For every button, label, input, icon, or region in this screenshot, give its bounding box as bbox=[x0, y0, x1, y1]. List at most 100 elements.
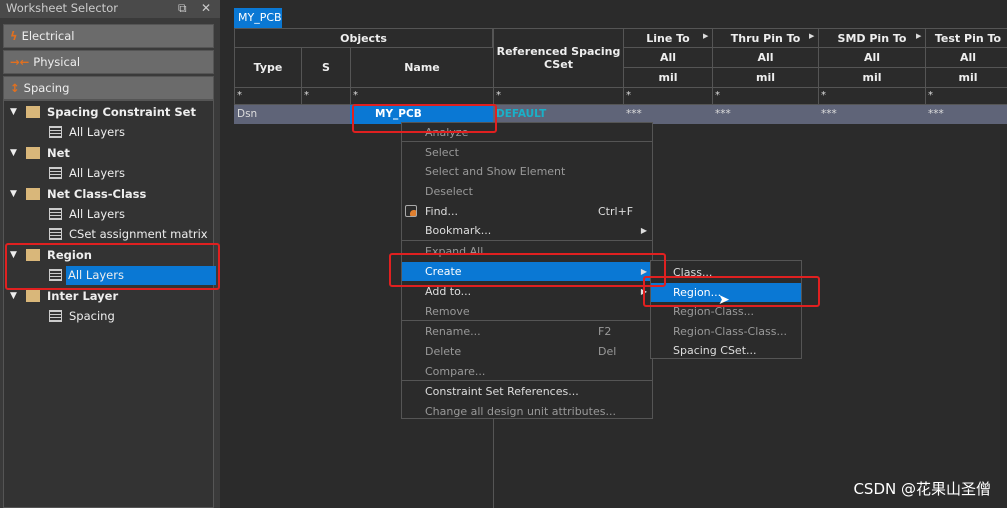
expand-triangle-icon[interactable]: ▼ bbox=[10, 185, 17, 204]
column-header[interactable]: SMD Pin To bbox=[818, 28, 926, 48]
menu-separator bbox=[402, 380, 652, 381]
filter-cell[interactable]: * bbox=[623, 87, 713, 105]
create-submenu: Class... Region... Region-Class... Region-C… bbox=[650, 260, 802, 359]
shortcut-label: F2 bbox=[598, 325, 612, 338]
tree-item[interactable]: ▼ Net Class-Class bbox=[4, 185, 214, 204]
value-cell[interactable]: *** bbox=[818, 105, 926, 124]
filter-name[interactable]: * bbox=[350, 87, 494, 105]
expand-triangle-icon[interactable]: ▼ bbox=[10, 144, 17, 163]
menu-item-label: Change all design unit attributes... bbox=[425, 405, 616, 418]
tree-item[interactable]: All Layers bbox=[4, 164, 214, 183]
type-header[interactable]: Type bbox=[234, 47, 302, 88]
menu-item-change-all-design-unit-attributes[interactable]: Change all design unit attributes... bbox=[402, 402, 652, 421]
watermark: CSDN @花果山圣僧 bbox=[853, 480, 991, 498]
restore-icon[interactable]: ⧉ bbox=[178, 1, 187, 16]
menu-item-find[interactable]: Find... Ctrl+F bbox=[402, 202, 652, 221]
row-type[interactable]: Dsn bbox=[234, 105, 302, 124]
annotation-box bbox=[389, 253, 666, 287]
filter-type[interactable]: * bbox=[234, 87, 302, 105]
tree-item[interactable]: ▼ Spacing Constraint Set bbox=[4, 103, 214, 122]
menu-item-deselect[interactable]: Deselect bbox=[402, 182, 652, 201]
column-unit: mil bbox=[712, 67, 819, 88]
tree-item-label: Net Class-Class bbox=[47, 186, 147, 201]
tree-item-label: All Layers bbox=[69, 125, 125, 140]
tree-item-label: CSet assignment matrix bbox=[69, 227, 208, 242]
worksheet-icon bbox=[49, 167, 62, 180]
tree-item[interactable]: Spacing bbox=[4, 307, 214, 326]
column-unit: mil bbox=[925, 67, 1007, 88]
menu-item-delete[interactable]: Delete Del bbox=[402, 342, 652, 361]
category-physical[interactable]: →← Physical bbox=[3, 50, 214, 74]
menu-item-rename[interactable]: Rename... F2 bbox=[402, 322, 652, 341]
tree-item[interactable]: CSet assignment matrix bbox=[4, 225, 214, 244]
menu-item-label: Select and Show Element bbox=[425, 165, 566, 178]
filter-cell[interactable]: * bbox=[925, 87, 1007, 105]
menu-item-label: Rename... bbox=[425, 325, 481, 338]
worksheet-icon bbox=[49, 228, 62, 241]
filter-cell[interactable]: * bbox=[712, 87, 819, 105]
tree-item-label: Spacing Constraint Set bbox=[47, 105, 196, 119]
submenu-item-spacing-cset[interactable]: Spacing CSet... bbox=[651, 341, 801, 360]
panel-title: Worksheet Selector bbox=[0, 0, 220, 18]
tree-item-label: Net bbox=[47, 145, 70, 160]
tree-item[interactable]: ▼ Net bbox=[4, 144, 214, 163]
worksheet-tree: ▼ Spacing Constraint Set All Layers ▼ Net All… bbox=[3, 100, 216, 508]
tab-my-pcb[interactable]: MY_PCB bbox=[234, 8, 282, 28]
submenu-item-region-class-class[interactable]: Region-Class-Class... bbox=[651, 322, 801, 341]
menu-item-bookmark[interactable]: Bookmark... ▶ bbox=[402, 221, 652, 240]
annotation-box bbox=[5, 243, 220, 290]
column-header[interactable]: Line To bbox=[623, 28, 713, 48]
menu-item-label: Delete bbox=[425, 345, 462, 358]
folder-icon bbox=[26, 187, 40, 200]
tree-item[interactable]: All Layers bbox=[4, 123, 214, 142]
column-scope: All bbox=[712, 47, 819, 68]
worksheet-icon bbox=[49, 208, 62, 220]
menu-separator bbox=[402, 320, 652, 321]
physical-arrows-icon: →← bbox=[10, 55, 30, 69]
lightning-icon: ϟ bbox=[10, 29, 18, 43]
column-unit: mil bbox=[818, 67, 926, 88]
category-spacing[interactable]: ↕ Spacing bbox=[3, 76, 214, 100]
filter-s[interactable]: * bbox=[301, 87, 351, 105]
folder-icon bbox=[26, 146, 40, 159]
filter-ref[interactable]: * bbox=[493, 87, 624, 105]
value-cell[interactable]: *** bbox=[925, 105, 1007, 124]
tree-item-label: All Layers bbox=[69, 207, 125, 221]
menu-item-label: Compare... bbox=[425, 365, 486, 378]
expand-triangle-icon[interactable]: ▼ bbox=[10, 103, 17, 122]
menu-separator bbox=[402, 141, 652, 142]
filter-cell[interactable]: * bbox=[818, 87, 926, 105]
worksheet-icon bbox=[49, 126, 62, 139]
category-label: Spacing bbox=[23, 81, 70, 95]
objects-header: Objects bbox=[234, 28, 493, 48]
annotation-box bbox=[643, 276, 820, 307]
column-scope: All bbox=[818, 47, 926, 68]
spacing-icon: ↕ bbox=[10, 81, 20, 95]
menu-item-label: Deselect bbox=[425, 185, 473, 198]
menu-item-label: Remove bbox=[425, 305, 470, 318]
name-header[interactable]: Name bbox=[350, 47, 494, 88]
menu-item-constraint-set-references[interactable]: Constraint Set References... bbox=[402, 382, 652, 401]
column-header[interactable]: Test Pin To bbox=[925, 28, 1007, 48]
submenu-arrow-icon: ▶ bbox=[640, 226, 647, 235]
menu-item-select-and-show-element[interactable]: Select and Show Element bbox=[402, 162, 652, 181]
row-s[interactable] bbox=[301, 105, 351, 124]
menu-item-compare[interactable]: Compare... bbox=[402, 362, 652, 381]
value-cell[interactable]: *** bbox=[712, 105, 819, 124]
shortcut-label: Del bbox=[598, 345, 617, 358]
close-icon[interactable]: ✕ bbox=[201, 1, 211, 15]
find-icon bbox=[405, 205, 417, 217]
menu-item-label: Bookmark... bbox=[425, 224, 492, 237]
tree-item[interactable]: All Layers bbox=[4, 205, 214, 224]
tree-item-label: Spacing bbox=[69, 309, 115, 323]
worksheet-icon bbox=[49, 310, 62, 322]
menu-item-remove[interactable]: Remove bbox=[402, 302, 652, 321]
column-header[interactable]: Thru Pin To bbox=[712, 28, 819, 48]
category-label: Physical bbox=[33, 55, 81, 69]
s-header[interactable]: S bbox=[301, 47, 351, 88]
tree-item-label: All Layers bbox=[69, 166, 125, 181]
ref-cset-header[interactable]: Referenced Spacing CSet bbox=[493, 28, 624, 88]
menu-item-select[interactable]: Select bbox=[402, 143, 652, 162]
mouse-cursor-icon: ➤ bbox=[718, 292, 730, 308]
category-electrical[interactable]: ϟ Electrical bbox=[3, 24, 214, 48]
